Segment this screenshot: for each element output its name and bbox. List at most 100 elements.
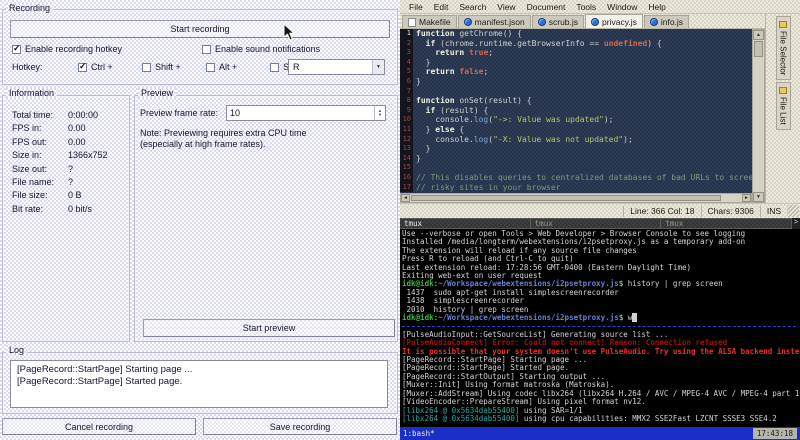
info-value: 0.00 bbox=[68, 123, 86, 134]
tmux-title-tab[interactable]: tmux bbox=[661, 218, 793, 229]
code-token: } bbox=[416, 124, 436, 134]
tab-scrub.js[interactable]: scrub.js bbox=[531, 15, 585, 28]
line-number: 12 bbox=[400, 134, 413, 145]
checkbox[interactable] bbox=[142, 62, 151, 72]
tmux-title-tab[interactable]: tmux bbox=[530, 218, 662, 229]
terminal-separator bbox=[402, 322, 800, 330]
tab-privacy.js[interactable]: privacy.js bbox=[585, 14, 643, 28]
editor-vscrollbar[interactable]: ▲ ▼ bbox=[752, 29, 765, 203]
recording-group-label: Recording bbox=[6, 3, 54, 13]
code-token: getChrome() { bbox=[454, 29, 522, 38]
code-token: log bbox=[473, 115, 489, 125]
code-token: console. bbox=[416, 115, 474, 125]
vscroll-thumb[interactable] bbox=[754, 41, 763, 57]
terminal-text: $ history | grep screen bbox=[618, 279, 723, 289]
code-text: } bbox=[413, 154, 752, 164]
menu-window[interactable]: Window bbox=[602, 2, 642, 12]
cancel-recording-button[interactable]: Cancel recording bbox=[2, 418, 196, 435]
scroll-down-icon[interactable]: ▼ bbox=[753, 192, 764, 202]
tmux-window-label[interactable]: 1:bash* bbox=[403, 429, 435, 438]
enable-hotkey-checkbox[interactable]: Enable recording hotkey bbox=[12, 43, 122, 54]
scroll-left-icon[interactable]: ◄ bbox=[401, 194, 410, 202]
preview-rate-spinbox[interactable]: 10 ▲ ▼ bbox=[226, 105, 386, 121]
code-token: onSet(result) { bbox=[454, 96, 532, 106]
menu-search[interactable]: Search bbox=[454, 2, 491, 12]
sidebar-tab-file-selector[interactable]: File Selector bbox=[775, 16, 791, 81]
menu-file[interactable]: File bbox=[404, 2, 428, 12]
hotkey-key-select[interactable]: R ▼ bbox=[288, 59, 385, 75]
tab-Makefile[interactable]: Makefile bbox=[402, 15, 457, 28]
terminal-text: using cpu capabilities: MMX2 SSE2Fast LZ… bbox=[519, 413, 777, 423]
resize-grip-icon bbox=[787, 205, 799, 217]
info-value: ? bbox=[68, 177, 74, 187]
log-line: [PageRecord::StartPage] Starting page ..… bbox=[17, 364, 193, 375]
code-area[interactable]: 1 function getChrome() {2 if (chrome.runt… bbox=[400, 29, 752, 193]
tab-info.js[interactable]: info.js bbox=[643, 15, 690, 28]
editor-hscrollbar[interactable]: ◄ ► bbox=[400, 193, 752, 203]
code-text: } else { bbox=[413, 125, 752, 135]
scroll-right-icon[interactable]: ► bbox=[742, 194, 751, 202]
enable-sound-checkbox[interactable]: Enable sound notifications bbox=[202, 44, 320, 54]
mouse-cursor-icon bbox=[283, 23, 296, 41]
code-token: } bbox=[416, 57, 431, 67]
terminal-text bbox=[632, 313, 637, 323]
code-token: return bbox=[435, 48, 465, 58]
hscroll-thumb[interactable] bbox=[411, 195, 721, 201]
file-icon bbox=[408, 17, 416, 27]
code-token: true bbox=[469, 48, 489, 58]
hotkey-mod-ctrl[interactable]: Ctrl + bbox=[78, 61, 138, 72]
code-line: 13 } bbox=[400, 144, 752, 154]
spinner-arrows-icon[interactable]: ▲ ▼ bbox=[374, 106, 385, 120]
checkbox[interactable] bbox=[78, 61, 87, 72]
editor-tabbar: Makefile manifest.json scrub.js privacy.js i… bbox=[400, 14, 800, 29]
start-recording-button[interactable]: Start recording bbox=[10, 20, 390, 38]
menu-tools[interactable]: Tools bbox=[571, 2, 601, 12]
hotkey-key-value: R bbox=[293, 62, 300, 72]
code-line: 17// risky sites in your browser bbox=[400, 182, 752, 193]
checkbox[interactable] bbox=[270, 62, 279, 72]
overflow-arrow-icon: > bbox=[792, 218, 800, 229]
start-preview-button[interactable]: Start preview bbox=[143, 319, 395, 337]
code-line: 7 bbox=[400, 86, 752, 97]
code-token: { bbox=[454, 124, 465, 134]
info-label: File size: bbox=[12, 190, 48, 201]
terminal-output[interactable]: Use --verbose or open Tools > Web Develo… bbox=[402, 230, 800, 425]
info-row: FPS out: 0.00 bbox=[12, 137, 124, 147]
code-line: 4 } bbox=[400, 57, 752, 68]
menu-document[interactable]: Document bbox=[522, 2, 571, 12]
screen: Recording Start recording Enable recordi… bbox=[0, 0, 800, 440]
info-row: File size: 0 B bbox=[12, 190, 124, 200]
info-row: Size out:? bbox=[12, 164, 124, 174]
info-label: Size out: bbox=[12, 163, 48, 174]
menu-edit[interactable]: Edit bbox=[429, 2, 454, 12]
code-token: console. bbox=[416, 134, 474, 144]
code-token: if bbox=[425, 38, 436, 48]
scroll-up-icon[interactable]: ▲ bbox=[753, 30, 764, 40]
checkbox[interactable] bbox=[206, 62, 215, 72]
code-token: else bbox=[435, 124, 455, 134]
code-token: ; bbox=[488, 48, 494, 58]
menu-view[interactable]: View bbox=[492, 2, 520, 12]
enable-sound-checkbox-box[interactable] bbox=[202, 44, 211, 54]
save-recording-button[interactable]: Save recording bbox=[203, 418, 397, 435]
enable-hotkey-checkbox-box[interactable] bbox=[12, 43, 21, 54]
menu-help[interactable]: Help bbox=[643, 2, 670, 12]
code-line: 15 bbox=[400, 163, 752, 173]
tmux-title-tab[interactable]: tmux bbox=[400, 218, 531, 229]
folder-icon bbox=[779, 87, 787, 95]
code-text: if (chrome.runtime.getBrowserInfo == und… bbox=[413, 39, 752, 49]
hotkey-mod-shift[interactable]: Shift + bbox=[142, 62, 202, 72]
info-row: Total time: 0:00:00 bbox=[12, 110, 124, 120]
sidebar-tab-file-list[interactable]: File List bbox=[775, 82, 791, 131]
log-output[interactable]: [PageRecord::StartPage] Starting page ..… bbox=[10, 360, 388, 408]
tab-manifest.json[interactable]: manifest.json bbox=[457, 15, 531, 28]
terminal-text: [libx264 @ 0x5634dab55400] bbox=[402, 413, 520, 423]
code-line: 8 function onSet(result) { bbox=[400, 96, 752, 106]
chevron-down-icon[interactable]: ▼ bbox=[372, 60, 384, 74]
code-token: ) { bbox=[647, 38, 662, 48]
hotkey-mod-alt[interactable]: Alt + bbox=[206, 62, 266, 72]
code-token: "->: Value was updated" bbox=[493, 115, 604, 125]
